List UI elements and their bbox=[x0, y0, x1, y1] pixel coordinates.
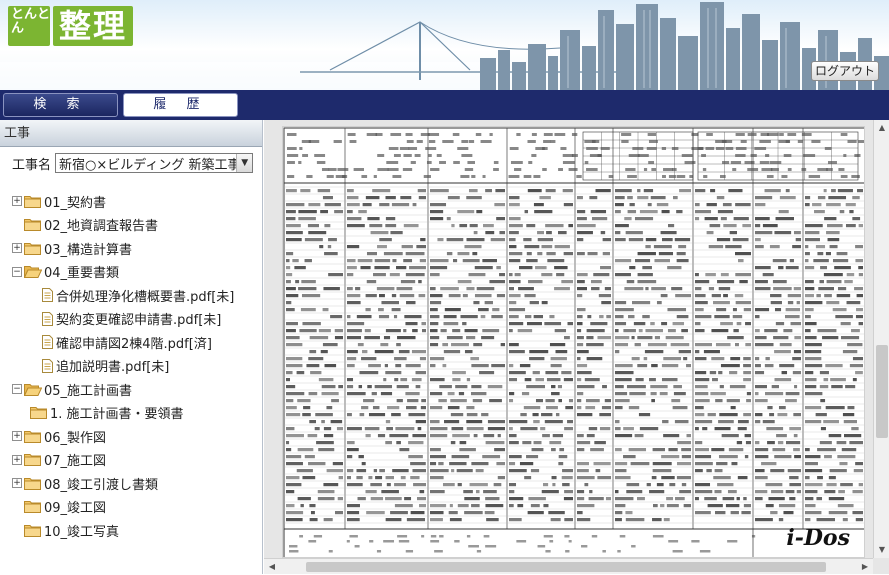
folder-icon bbox=[24, 219, 41, 231]
document-icon bbox=[42, 358, 53, 373]
folder-open-icon bbox=[24, 266, 42, 278]
tree-item-label: 確認申請図2棟4階.pdf[済] bbox=[56, 336, 212, 352]
project-select-value: 新宿○×ビルディング 新築工事 bbox=[59, 157, 237, 173]
folder-icon bbox=[24, 242, 41, 255]
tree-item-label: 01_契約書 bbox=[44, 195, 107, 211]
tab-history[interactable]: 履 歴 bbox=[123, 93, 238, 117]
tab-search[interactable]: 検 索 bbox=[3, 93, 118, 117]
document-page: i-Dos bbox=[282, 126, 865, 558]
tree-folder-item[interactable]: +08_竣工引渡し書類 bbox=[12, 472, 158, 494]
tree-item-label: 追加説明書.pdf[未] bbox=[56, 360, 170, 375]
scroll-up-icon[interactable]: ▲ bbox=[874, 120, 889, 136]
expand-icon[interactable]: + bbox=[12, 243, 22, 253]
document-icon bbox=[42, 288, 53, 302]
logout-button[interactable]: ログアウト bbox=[811, 61, 879, 81]
tree-item-label: 09_竣工図 bbox=[44, 501, 107, 516]
folder-icon bbox=[24, 501, 41, 513]
tree-item-label: 02_地資調査報告書 bbox=[44, 219, 159, 234]
expand-icon[interactable]: + bbox=[12, 196, 22, 206]
folder-open-icon bbox=[24, 383, 42, 396]
collapse-icon[interactable]: − bbox=[12, 384, 22, 394]
document-brand: i-Dos bbox=[786, 525, 850, 551]
tree-folder-item[interactable]: 09_竣工図 bbox=[12, 496, 106, 518]
folder-icon bbox=[24, 477, 41, 490]
tree-folder-item[interactable]: 02_地資調査報告書 bbox=[12, 214, 158, 236]
folder-icon bbox=[24, 195, 41, 208]
tree-item-label: 04_重要書類 bbox=[44, 266, 120, 281]
expand-icon[interactable]: + bbox=[12, 454, 22, 465]
project-label: 工事名 bbox=[12, 157, 52, 173]
document-icon bbox=[42, 335, 53, 349]
scroll-right-icon[interactable]: ▶ bbox=[857, 559, 873, 575]
expand-icon[interactable]: + bbox=[12, 431, 22, 441]
horizontal-scroll-thumb[interactable] bbox=[306, 562, 826, 572]
collapse-icon[interactable]: − bbox=[12, 266, 22, 277]
expand-icon[interactable]: + bbox=[12, 478, 22, 488]
app-header: とんとん 整理 ログアウト bbox=[0, 0, 889, 90]
tree-folder-item[interactable]: − 04_重要書類 bbox=[12, 261, 119, 283]
tab-bar: 検 索 履 歴 bbox=[0, 90, 889, 120]
tree-folder-item[interactable]: +06_製作図 bbox=[12, 425, 106, 447]
scroll-down-icon[interactable]: ▼ bbox=[874, 542, 889, 558]
tree-item-label: 05_施工計画書 bbox=[44, 383, 133, 399]
tree-folder-item[interactable]: 10_竣工写真 bbox=[12, 519, 119, 541]
folder-icon bbox=[24, 430, 41, 443]
project-selector-row: 工事名 新宿○×ビルディング 新築工事 ▼ bbox=[0, 147, 262, 179]
tree-folder-item[interactable]: +07_施工図 bbox=[12, 449, 106, 471]
document-viewer: i-Dos ▲ ▼ ◀ ▶ bbox=[264, 120, 889, 574]
scroll-left-icon[interactable]: ◀ bbox=[264, 559, 280, 575]
tree-file-item[interactable]: 追加説明書.pdf[未] bbox=[42, 355, 169, 377]
tree-file-item[interactable]: 合併処理浄化槽概要書.pdf[未] bbox=[42, 284, 234, 306]
tree-folder-item[interactable]: +01_契約書 bbox=[12, 190, 106, 212]
folder-icon bbox=[24, 524, 41, 537]
tree-item-label: 合併処理浄化槽概要書.pdf[未] bbox=[56, 289, 235, 305]
tree-folder-item[interactable]: +03_構造計算書 bbox=[12, 237, 132, 259]
tree-item-label: 契約変更確認申請書.pdf[未] bbox=[56, 313, 222, 328]
tree-item-label: 10_竣工写真 bbox=[44, 524, 120, 540]
vertical-scrollbar[interactable]: ▲ ▼ bbox=[873, 120, 889, 558]
section-title: 工事 bbox=[0, 120, 262, 147]
vertical-scroll-thumb[interactable] bbox=[876, 345, 888, 438]
document-icon bbox=[42, 311, 53, 326]
horizontal-scrollbar[interactable]: ◀ ▶ bbox=[264, 558, 873, 574]
tree-item-label: 03_構造計算書 bbox=[44, 242, 133, 258]
tree-file-item[interactable]: 契約変更確認申請書.pdf[未] bbox=[42, 308, 221, 330]
project-panel: 工事 工事名 新宿○×ビルディング 新築工事 ▼ +01_契約書 02_地資調査報… bbox=[0, 120, 263, 574]
tree-file-item[interactable]: 確認申請図2棟4階.pdf[済] bbox=[42, 331, 212, 353]
project-select[interactable]: 新宿○×ビルディング 新築工事 ▼ bbox=[55, 153, 254, 173]
tree-folder-item[interactable]: − 05_施工計画書 bbox=[12, 378, 132, 400]
chevron-down-icon[interactable]: ▼ bbox=[236, 154, 253, 172]
folder-icon bbox=[30, 407, 47, 419]
drawing-sheet-image bbox=[283, 127, 864, 557]
tree-item-label: 06_製作図 bbox=[44, 430, 107, 446]
tree-item-label: 07_施工図 bbox=[44, 454, 107, 469]
tree-item-label: 08_竣工引渡し書類 bbox=[44, 477, 159, 493]
tree-folder-item[interactable]: 1. 施工計画書・要領書 bbox=[30, 402, 184, 424]
city-skyline-banner bbox=[0, 2, 889, 90]
folder-icon bbox=[24, 454, 41, 466]
logo-main-text: 整理 bbox=[53, 6, 134, 46]
app-logo: とんとん 整理 bbox=[8, 6, 134, 46]
logo-sub-text: とんとん bbox=[8, 6, 50, 46]
tree-item-label: 1. 施工計画書・要領書 bbox=[50, 407, 184, 422]
